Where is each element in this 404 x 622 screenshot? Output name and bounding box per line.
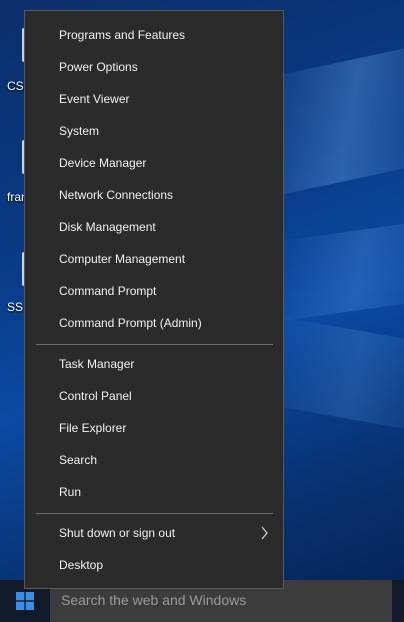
menu-item-network-connections[interactable]: Network Connections (25, 180, 283, 210)
menu-item-command-prompt-admin[interactable]: Command Prompt (Admin) (25, 308, 283, 338)
menu-separator (36, 344, 273, 345)
menu-separator (36, 513, 273, 514)
menu-item-task-manager[interactable]: Task Manager (25, 349, 283, 379)
wallpaper-light-beam (280, 218, 404, 322)
menu-item-run[interactable]: Run (25, 477, 283, 507)
menu-item-label: Shut down or sign out (59, 526, 176, 540)
menu-item-file-explorer[interactable]: File Explorer (25, 413, 283, 443)
desktop-shortcut-label: SS (7, 300, 24, 314)
menu-item-computer-management[interactable]: Computer Management (25, 244, 283, 274)
windows-logo-icon (16, 592, 34, 610)
menu-item-device-manager[interactable]: Device Manager (25, 148, 283, 178)
menu-item-shut-down-or-sign-out[interactable]: Shut down or sign out (25, 518, 283, 548)
menu-item-event-viewer[interactable]: Event Viewer (25, 84, 283, 114)
menu-item-programs-and-features[interactable]: Programs and Features (25, 20, 283, 50)
chevron-right-icon (261, 518, 271, 548)
menu-item-power-options[interactable]: Power Options (25, 52, 283, 82)
wallpaper-light-beam (270, 315, 404, 435)
menu-item-search[interactable]: Search (25, 445, 283, 475)
desktop-background: CSh fran SS Programs and Features Power … (0, 0, 404, 622)
menu-item-desktop[interactable]: Desktop (25, 550, 283, 580)
menu-item-system[interactable]: System (25, 116, 283, 146)
quick-link-menu: Programs and Features Power Options Even… (24, 10, 284, 589)
menu-item-disk-management[interactable]: Disk Management (25, 212, 283, 242)
search-placeholder: Search the web and Windows (61, 592, 247, 608)
menu-item-control-panel[interactable]: Control Panel (25, 381, 283, 411)
menu-item-command-prompt[interactable]: Command Prompt (25, 276, 283, 306)
taskbar-edge (392, 580, 404, 622)
